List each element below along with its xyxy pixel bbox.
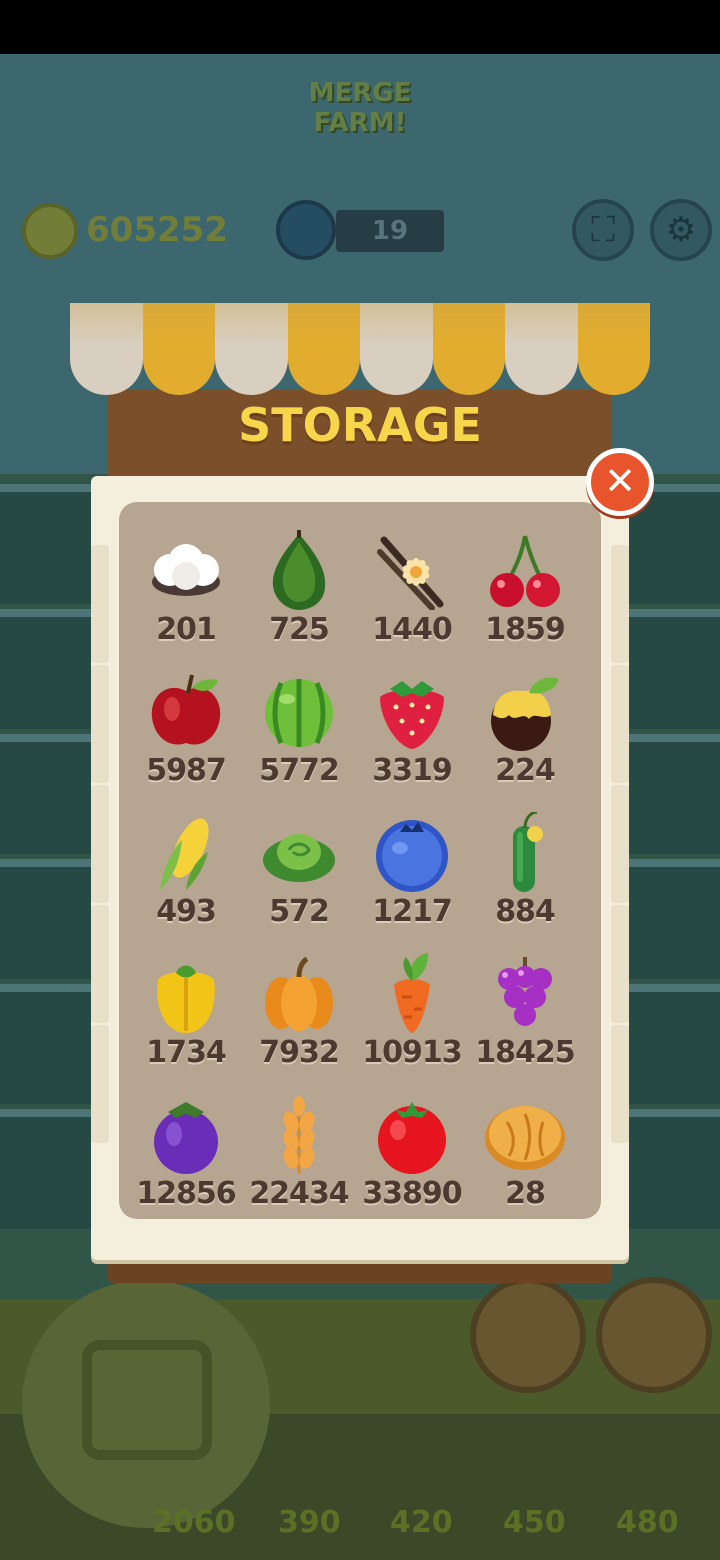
- avocado-icon: [272, 530, 326, 610]
- storage-item-cherry[interactable]: 1859: [469, 522, 581, 662]
- storage-item-pumpkin[interactable]: 7932: [243, 945, 355, 1085]
- paper-tab: [91, 905, 109, 1023]
- storage-item-blueberry[interactable]: 1217: [356, 804, 468, 944]
- paper-tab: [91, 545, 109, 663]
- paper-tab: [611, 665, 629, 783]
- cotton-icon: [152, 544, 220, 596]
- storage-item-watermelon[interactable]: 5772: [243, 663, 355, 803]
- yellow-pepper-icon: [157, 965, 215, 1033]
- storage-item-cotton[interactable]: 201: [130, 522, 242, 662]
- strawberry-icon: [380, 681, 444, 749]
- storage-item-cabbage[interactable]: 572: [243, 804, 355, 944]
- status-bar: [0, 0, 720, 54]
- storage-item-caramel-apple[interactable]: 224: [469, 663, 581, 803]
- item-count: 18425: [475, 1035, 575, 1070]
- grapes-icon: [498, 957, 552, 1026]
- storage-item-vanilla[interactable]: 1440: [356, 522, 468, 662]
- storage-item-tomato[interactable]: 33890: [356, 1086, 468, 1226]
- wheat-icon: [283, 1096, 315, 1174]
- storage-item-carrot[interactable]: 10913: [356, 945, 468, 1085]
- corn-icon: [160, 818, 209, 890]
- paper-tab: [611, 785, 629, 903]
- paper-tab: [611, 545, 629, 663]
- storage-grid: 201 725 1440 1859 5987 5772 3319 224 493…: [119, 502, 601, 1219]
- item-count: 224: [495, 753, 556, 788]
- tomato-icon: [378, 1102, 446, 1174]
- paper-tab: [611, 905, 629, 1023]
- paper-tab: [91, 785, 109, 903]
- cherry-icon: [490, 535, 560, 607]
- paper-tab: [611, 1025, 629, 1143]
- storage-item-apple[interactable]: 5987: [130, 663, 242, 803]
- storage-item-corn[interactable]: 493: [130, 804, 242, 944]
- bread-icon: [485, 1106, 565, 1170]
- item-count: 28: [505, 1176, 546, 1211]
- apple-icon: [151, 674, 221, 745]
- carrot-icon: [394, 953, 430, 1033]
- cucumber-icon: [513, 812, 543, 892]
- close-icon: ✕: [604, 459, 636, 503]
- storage-item-grapes[interactable]: 18425: [469, 945, 581, 1085]
- storage-item-strawberry[interactable]: 3319: [356, 663, 468, 803]
- paper-tab: [91, 1025, 109, 1143]
- storage-item-avocado[interactable]: 725: [243, 522, 355, 662]
- close-button[interactable]: ✕: [586, 448, 654, 516]
- eggplant-icon: [154, 1102, 218, 1174]
- storage-item-eggplant[interactable]: 12856: [130, 1086, 242, 1226]
- storage-item-cucumber[interactable]: 884: [469, 804, 581, 944]
- storage-item-bread[interactable]: 28: [469, 1086, 581, 1226]
- item-count: 1859: [485, 612, 566, 647]
- caramel-apple-icon: [491, 677, 559, 751]
- vanilla-icon: [377, 536, 444, 610]
- awning-shade: [70, 303, 650, 343]
- game-screen: MERGE FARM! 605252 19 ⛶ ⚙ 2060 390 420 4…: [0, 0, 720, 1560]
- storage-item-yellow-pepper[interactable]: 1734: [130, 945, 242, 1085]
- blueberry-icon: [376, 820, 448, 892]
- cabbage-icon: [263, 834, 335, 882]
- item-count: 884: [495, 894, 556, 929]
- watermelon-icon: [265, 679, 333, 747]
- pumpkin-icon: [265, 956, 333, 1031]
- storage-item-wheat[interactable]: 22434: [243, 1086, 355, 1226]
- paper-tab: [91, 665, 109, 783]
- modal-title: STORAGE: [238, 398, 482, 452]
